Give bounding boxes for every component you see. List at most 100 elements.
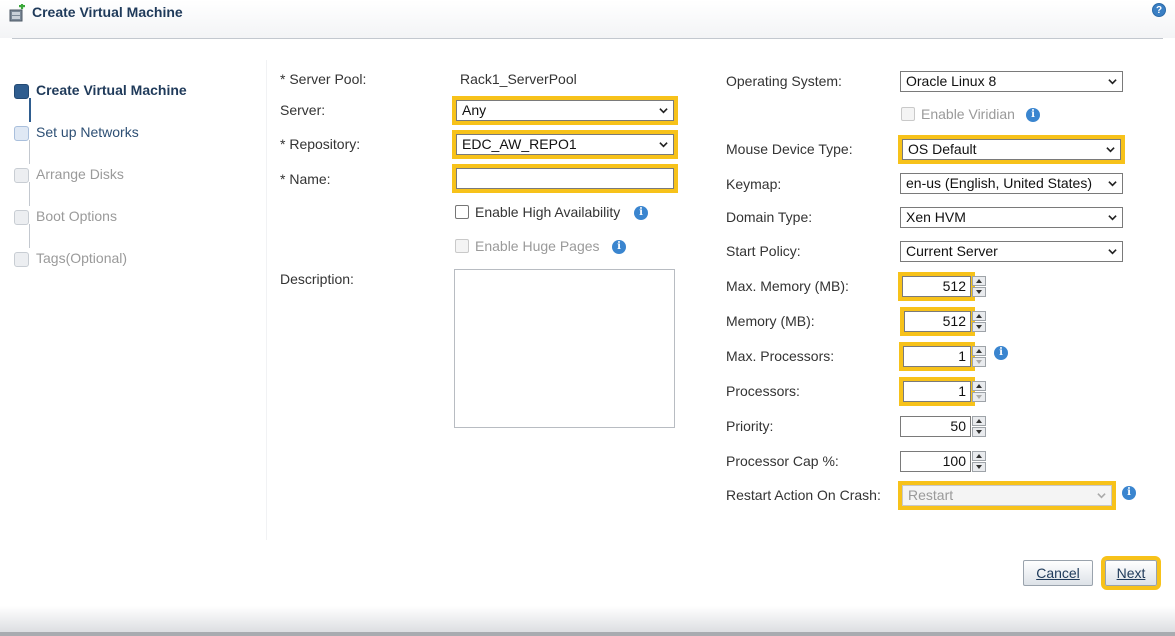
info-icon[interactable]: i xyxy=(612,240,626,254)
decrement-icon[interactable] xyxy=(972,287,986,297)
restart-action-select: Restart xyxy=(898,481,1116,510)
step-indicator-icon xyxy=(14,84,29,99)
chevron-down-icon xyxy=(1108,215,1117,221)
description-label: Description: xyxy=(280,271,354,287)
memory-label: Memory (MB): xyxy=(726,313,815,329)
decrement-icon[interactable] xyxy=(972,392,986,402)
window-title: Create Virtual Machine xyxy=(32,4,183,20)
step-indicator-icon xyxy=(14,252,29,267)
info-icon[interactable]: i xyxy=(634,206,648,220)
max-memory-input[interactable]: 512 xyxy=(898,272,975,301)
server-pool-label: * Server Pool: xyxy=(280,71,367,87)
priority-label: Priority: xyxy=(726,418,774,434)
max-memory-label: Max. Memory (MB): xyxy=(726,278,849,294)
max-memory-value: 512 xyxy=(942,278,966,294)
operating-system-label: Operating System: xyxy=(726,73,842,89)
server-select[interactable]: Any xyxy=(452,96,678,125)
repository-select[interactable]: EDC_AW_REPO1 xyxy=(452,130,678,159)
start-policy-select[interactable]: Current Server xyxy=(900,241,1123,262)
repository-select-value: EDC_AW_REPO1 xyxy=(462,136,577,152)
enable-high-availability-label: Enable High Availability xyxy=(475,204,621,220)
description-textarea[interactable] xyxy=(454,269,675,428)
processor-cap-value: 100 xyxy=(942,453,966,469)
chevron-down-icon xyxy=(1108,179,1117,188)
restart-action-value: Restart xyxy=(908,487,954,503)
step-label: Create Virtual Machine xyxy=(36,82,187,98)
enable-high-availability-checkbox[interactable] xyxy=(455,205,469,219)
mouse-device-type-value: OS Default xyxy=(908,141,977,157)
max-processors-value: 1 xyxy=(958,348,966,364)
help-icon[interactable]: ? xyxy=(1152,3,1166,17)
start-policy-label: Start Policy: xyxy=(726,243,801,259)
memory-value: 512 xyxy=(942,313,966,329)
processor-cap-label: Processor Cap %: xyxy=(726,453,839,469)
max-memory-stepper[interactable] xyxy=(972,276,986,297)
chevron-down-icon xyxy=(1108,79,1117,85)
restart-action-label: Restart Action On Crash: xyxy=(726,487,881,503)
next-button[interactable]: Next xyxy=(1101,556,1161,590)
processor-cap-stepper[interactable] xyxy=(972,451,986,472)
memory-stepper[interactable] xyxy=(972,311,986,332)
step-indicator-icon xyxy=(14,126,29,141)
keymap-label: Keymap: xyxy=(726,176,782,192)
cancel-button[interactable]: Cancel xyxy=(1023,560,1093,586)
decrement-icon[interactable] xyxy=(972,322,986,332)
info-icon[interactable]: i xyxy=(1026,108,1040,122)
chevron-down-icon xyxy=(1108,249,1117,255)
memory-input[interactable]: 512 xyxy=(900,307,975,336)
increment-icon[interactable] xyxy=(972,381,986,391)
panel-divider xyxy=(266,60,267,540)
mouse-device-type-select[interactable]: OS Default xyxy=(898,135,1125,164)
processors-stepper[interactable] xyxy=(972,381,986,402)
priority-input[interactable]: 50 xyxy=(900,416,971,437)
decrement-icon[interactable] xyxy=(972,427,986,437)
increment-icon[interactable] xyxy=(972,346,986,356)
keymap-value: en-us (English, United States) xyxy=(906,175,1092,191)
domain-type-select[interactable]: Xen HVM xyxy=(900,207,1123,228)
increment-icon[interactable] xyxy=(972,276,986,286)
step-connector xyxy=(29,182,30,206)
enable-viridian-checkbox xyxy=(901,107,915,121)
keymap-select[interactable]: en-us (English, United States) xyxy=(900,173,1123,194)
server-label: Server: xyxy=(280,102,326,118)
start-policy-value: Current Server xyxy=(906,243,998,259)
processor-cap-input[interactable]: 100 xyxy=(900,451,971,472)
max-processors-stepper[interactable] xyxy=(972,346,986,367)
step-label: Tags(Optional) xyxy=(36,250,128,266)
max-processors-label: Max. Processors: xyxy=(726,348,835,364)
step-label: Arrange Disks xyxy=(36,166,124,182)
step-connector xyxy=(29,98,31,122)
enable-huge-pages-label: Enable Huge Pages xyxy=(475,238,600,254)
title-bar: Create Virtual Machine ? xyxy=(0,0,1175,38)
processors-input[interactable]: 1 xyxy=(899,377,975,406)
step-connector xyxy=(29,224,30,248)
chevron-down-icon xyxy=(1097,493,1106,499)
operating-system-select[interactable]: Oracle Linux 8 xyxy=(900,71,1123,92)
server-pool-value: Rack1_ServerPool xyxy=(460,71,577,87)
name-label: * Name: xyxy=(280,171,331,187)
info-icon[interactable]: i xyxy=(1122,486,1136,500)
priority-value: 50 xyxy=(950,418,966,434)
chevron-down-icon xyxy=(659,142,668,148)
domain-type-label: Domain Type: xyxy=(726,209,813,225)
title-divider xyxy=(12,38,1163,39)
increment-icon[interactable] xyxy=(972,311,986,321)
enable-viridian-label: Enable Viridian xyxy=(921,106,1015,122)
name-input[interactable] xyxy=(452,164,678,193)
step-connector xyxy=(29,140,30,164)
increment-icon[interactable] xyxy=(972,451,986,461)
increment-icon[interactable] xyxy=(972,416,986,426)
processors-label: Processors: xyxy=(726,383,800,399)
mouse-device-type-label: Mouse Device Type: xyxy=(726,141,853,157)
add-vm-icon xyxy=(9,4,25,22)
max-processors-input[interactable]: 1 xyxy=(899,342,975,371)
decrement-icon[interactable] xyxy=(972,357,986,367)
repository-label: * Repository: xyxy=(280,136,361,152)
chevron-down-icon xyxy=(1106,147,1115,153)
step-label: Boot Options xyxy=(36,208,117,224)
decrement-icon[interactable] xyxy=(972,462,986,472)
enable-huge-pages-checkbox xyxy=(455,239,469,253)
info-icon[interactable]: i xyxy=(994,346,1008,360)
priority-stepper[interactable] xyxy=(972,416,986,437)
processors-value: 1 xyxy=(958,383,966,399)
